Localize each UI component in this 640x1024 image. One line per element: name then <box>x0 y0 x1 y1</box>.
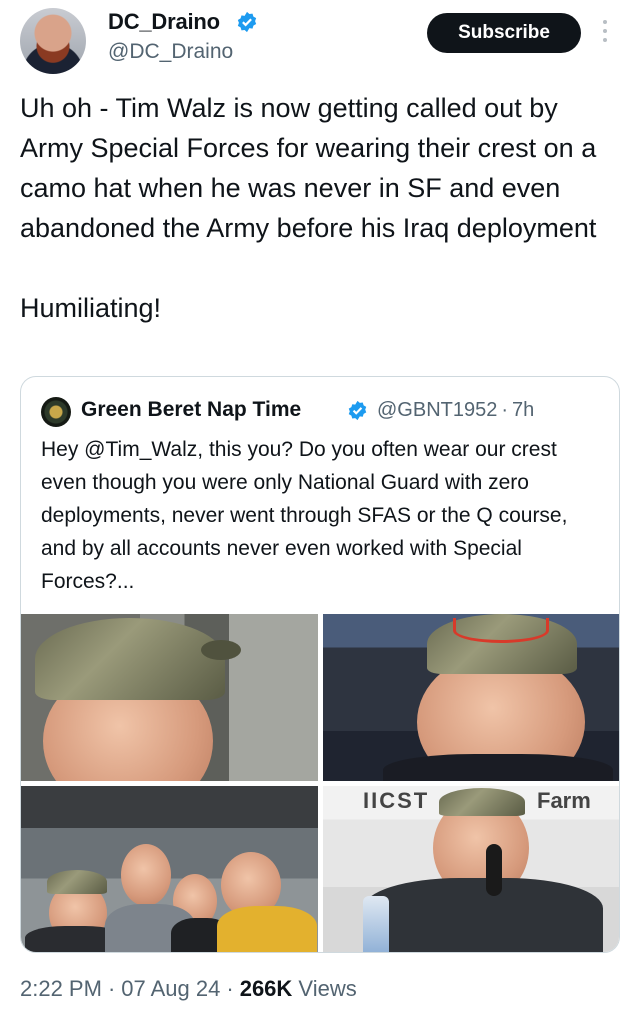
separator: · <box>107 976 116 1001</box>
subscribe-button[interactable]: Subscribe <box>427 13 581 53</box>
sign-text: IICST <box>363 788 430 813</box>
camo-hat <box>35 618 225 700</box>
quoted-tweet[interactable]: Green Beret Nap Time @GBNT1952 · 7h Hey @T… <box>20 376 620 953</box>
views-label: Views <box>298 976 357 1001</box>
more-vertical-icon[interactable] <box>598 20 612 48</box>
photo-face <box>121 844 171 906</box>
quoted-meta: @GBNT1952 · 7h <box>377 399 534 422</box>
shirt <box>383 754 613 781</box>
camo-hat <box>47 870 107 894</box>
photo-1[interactable] <box>21 614 318 781</box>
views-count[interactable]: 266K <box>240 976 293 1001</box>
water-bottle <box>363 896 389 952</box>
verified-badge-icon <box>348 400 367 421</box>
quoted-time: 7h <box>512 399 535 421</box>
tweet-text: Uh oh - Tim Walz is now getting called o… <box>20 93 597 323</box>
microphone <box>486 844 502 896</box>
tweet-header: DC_Draino @DC_Draino Subscribe <box>0 0 640 90</box>
shirt <box>217 906 317 952</box>
sign-text: Farm <box>537 788 591 813</box>
photo-3[interactable] <box>21 786 318 952</box>
post-time[interactable]: 2:22 PM <box>20 976 102 1001</box>
separator: · <box>501 399 509 421</box>
camo-hat <box>439 788 525 816</box>
quoted-author-handle: @GBNT1952 <box>377 399 498 421</box>
photo-4[interactable]: IICST Farm <box>323 786 619 952</box>
quoted-text: Hey @Tim_Walz, this you? Do you often we… <box>41 438 568 593</box>
tweet-timestamp: 2:22 PM · 07 Aug 24 · 266K Views <box>20 976 357 1002</box>
post-date[interactable]: 07 Aug 24 <box>121 976 220 1001</box>
highlight-circle <box>453 618 549 643</box>
quoted-author-avatar <box>41 397 71 427</box>
shirt <box>363 878 603 952</box>
hat-brim <box>201 640 241 660</box>
author-avatar[interactable] <box>20 8 86 74</box>
photo-2[interactable] <box>323 614 619 781</box>
separator: · <box>226 976 234 1001</box>
author-name[interactable]: DC_Draino <box>108 9 220 35</box>
quoted-author-name: Green Beret Nap Time <box>81 398 302 421</box>
author-handle[interactable]: @DC_Draino <box>108 40 233 64</box>
verified-badge-icon <box>237 11 257 33</box>
